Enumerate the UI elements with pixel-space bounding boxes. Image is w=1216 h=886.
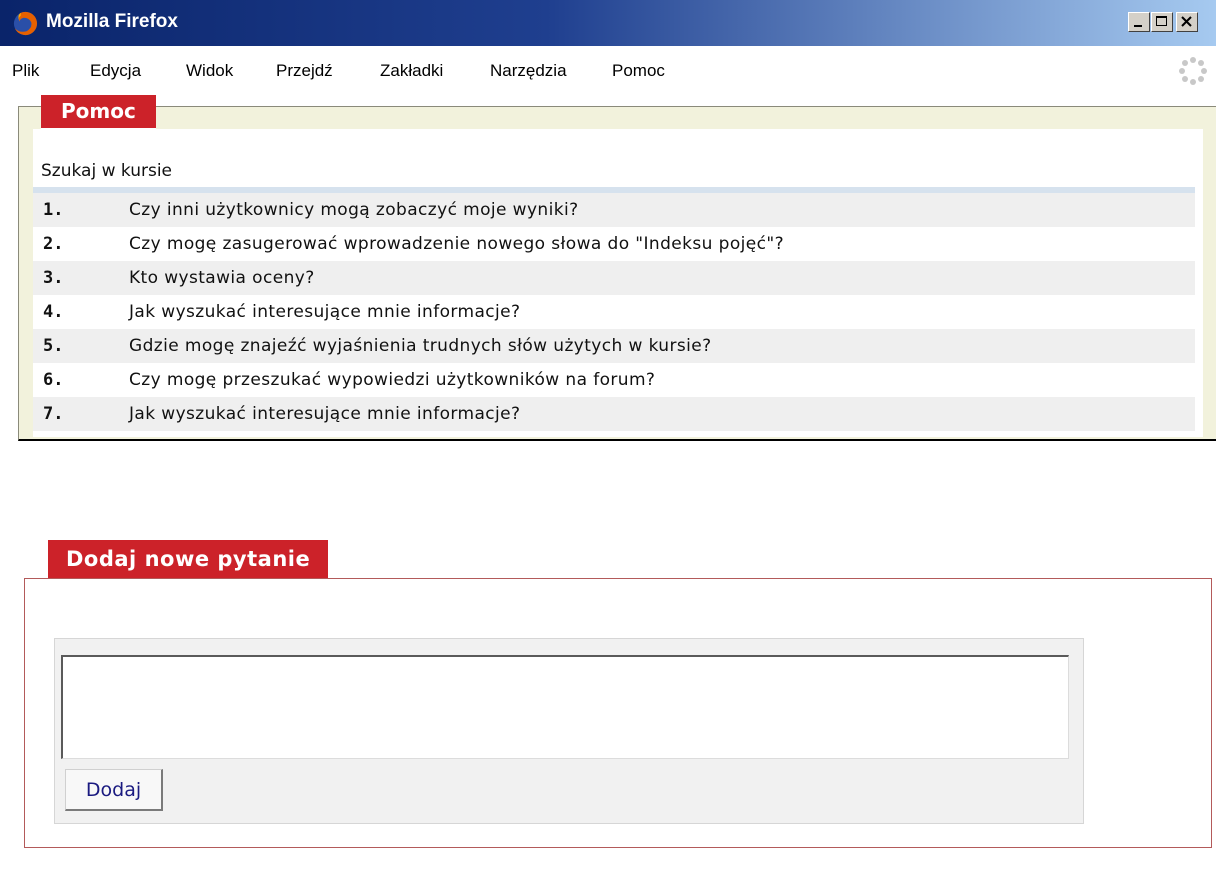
faq-question-link[interactable]: Jak wyszukać interesujące mnie informacj… (129, 295, 520, 329)
question-input[interactable] (61, 655, 1069, 759)
faq-question-link[interactable]: Jak wyszukać interesujące mnie informacj… (129, 397, 520, 431)
menu-narzedzia[interactable]: Narzędzia (490, 61, 567, 81)
search-course-link[interactable]: Szukaj w kursie (41, 161, 172, 181)
maximize-icon (1156, 16, 1167, 26)
window-title: Mozilla Firefox (46, 11, 178, 32)
help-panel-content: Szukaj w kursie 1. Czy inni użytkownicy … (33, 129, 1203, 437)
help-panel-legend: Pomoc (41, 95, 156, 129)
faq-number: 6. (43, 370, 64, 390)
faq-list: 1. Czy inni użytkownicy mogą zobaczyć mo… (33, 193, 1195, 431)
close-button[interactable] (1176, 12, 1198, 32)
add-question-legend: Dodaj nowe pytanie (48, 540, 329, 578)
close-icon (1181, 16, 1192, 27)
faq-item[interactable]: 4. Jak wyszukać interesujące mnie inform… (33, 295, 1195, 329)
menu-plik[interactable]: Plik (12, 61, 39, 81)
menu-bar: Plik Edycja Widok Przejdź Zakładki Narzę… (0, 46, 1216, 96)
faq-number: 4. (43, 302, 64, 322)
add-button[interactable]: Dodaj (65, 769, 163, 811)
window-titlebar[interactable]: Mozilla Firefox (0, 0, 1216, 46)
add-question-form: Dodaj (54, 638, 1084, 824)
menu-zakladki[interactable]: Zakładki (380, 61, 443, 81)
faq-item[interactable]: 2. Czy mogę zasugerować wprowadzenie now… (33, 227, 1195, 261)
minimize-icon (1134, 25, 1142, 27)
help-panel: Pomoc Szukaj w kursie 1. Czy inni użytko… (18, 95, 1216, 441)
faq-question-link[interactable]: Gdzie mogę znajeźć wyjaśnienia trudnych … (129, 329, 712, 363)
faq-number: 2. (43, 234, 64, 254)
firefox-logo-icon (13, 11, 38, 36)
faq-number: 7. (43, 404, 64, 424)
faq-question-link[interactable]: Czy mogę przeszukać wypowiedzi użytkowni… (129, 363, 655, 397)
faq-number: 1. (43, 200, 64, 220)
menu-przejdz[interactable]: Przejdź (276, 61, 333, 81)
faq-number: 5. (43, 336, 64, 356)
faq-number: 3. (43, 268, 64, 288)
faq-question-link[interactable]: Czy inni użytkownicy mogą zobaczyć moje … (129, 193, 579, 227)
throbber-icon (1179, 57, 1207, 85)
faq-item[interactable]: 3. Kto wystawia oceny? (33, 261, 1195, 295)
faq-item[interactable]: 7. Jak wyszukać interesujące mnie inform… (33, 397, 1195, 431)
menu-edycja[interactable]: Edycja (90, 61, 141, 81)
maximize-button[interactable] (1151, 12, 1173, 32)
faq-item[interactable]: 5. Gdzie mogę znajeźć wyjaśnienia trudny… (33, 329, 1195, 363)
menu-pomoc[interactable]: Pomoc (612, 61, 665, 81)
faq-question-link[interactable]: Czy mogę zasugerować wprowadzenie nowego… (129, 227, 784, 261)
menu-widok[interactable]: Widok (186, 61, 233, 81)
faq-item[interactable]: 1. Czy inni użytkownicy mogą zobaczyć mo… (33, 193, 1195, 227)
minimize-button[interactable] (1128, 12, 1150, 32)
faq-item[interactable]: 6. Czy mogę przeszukać wypowiedzi użytko… (33, 363, 1195, 397)
faq-question-link[interactable]: Kto wystawia oceny? (129, 261, 315, 295)
